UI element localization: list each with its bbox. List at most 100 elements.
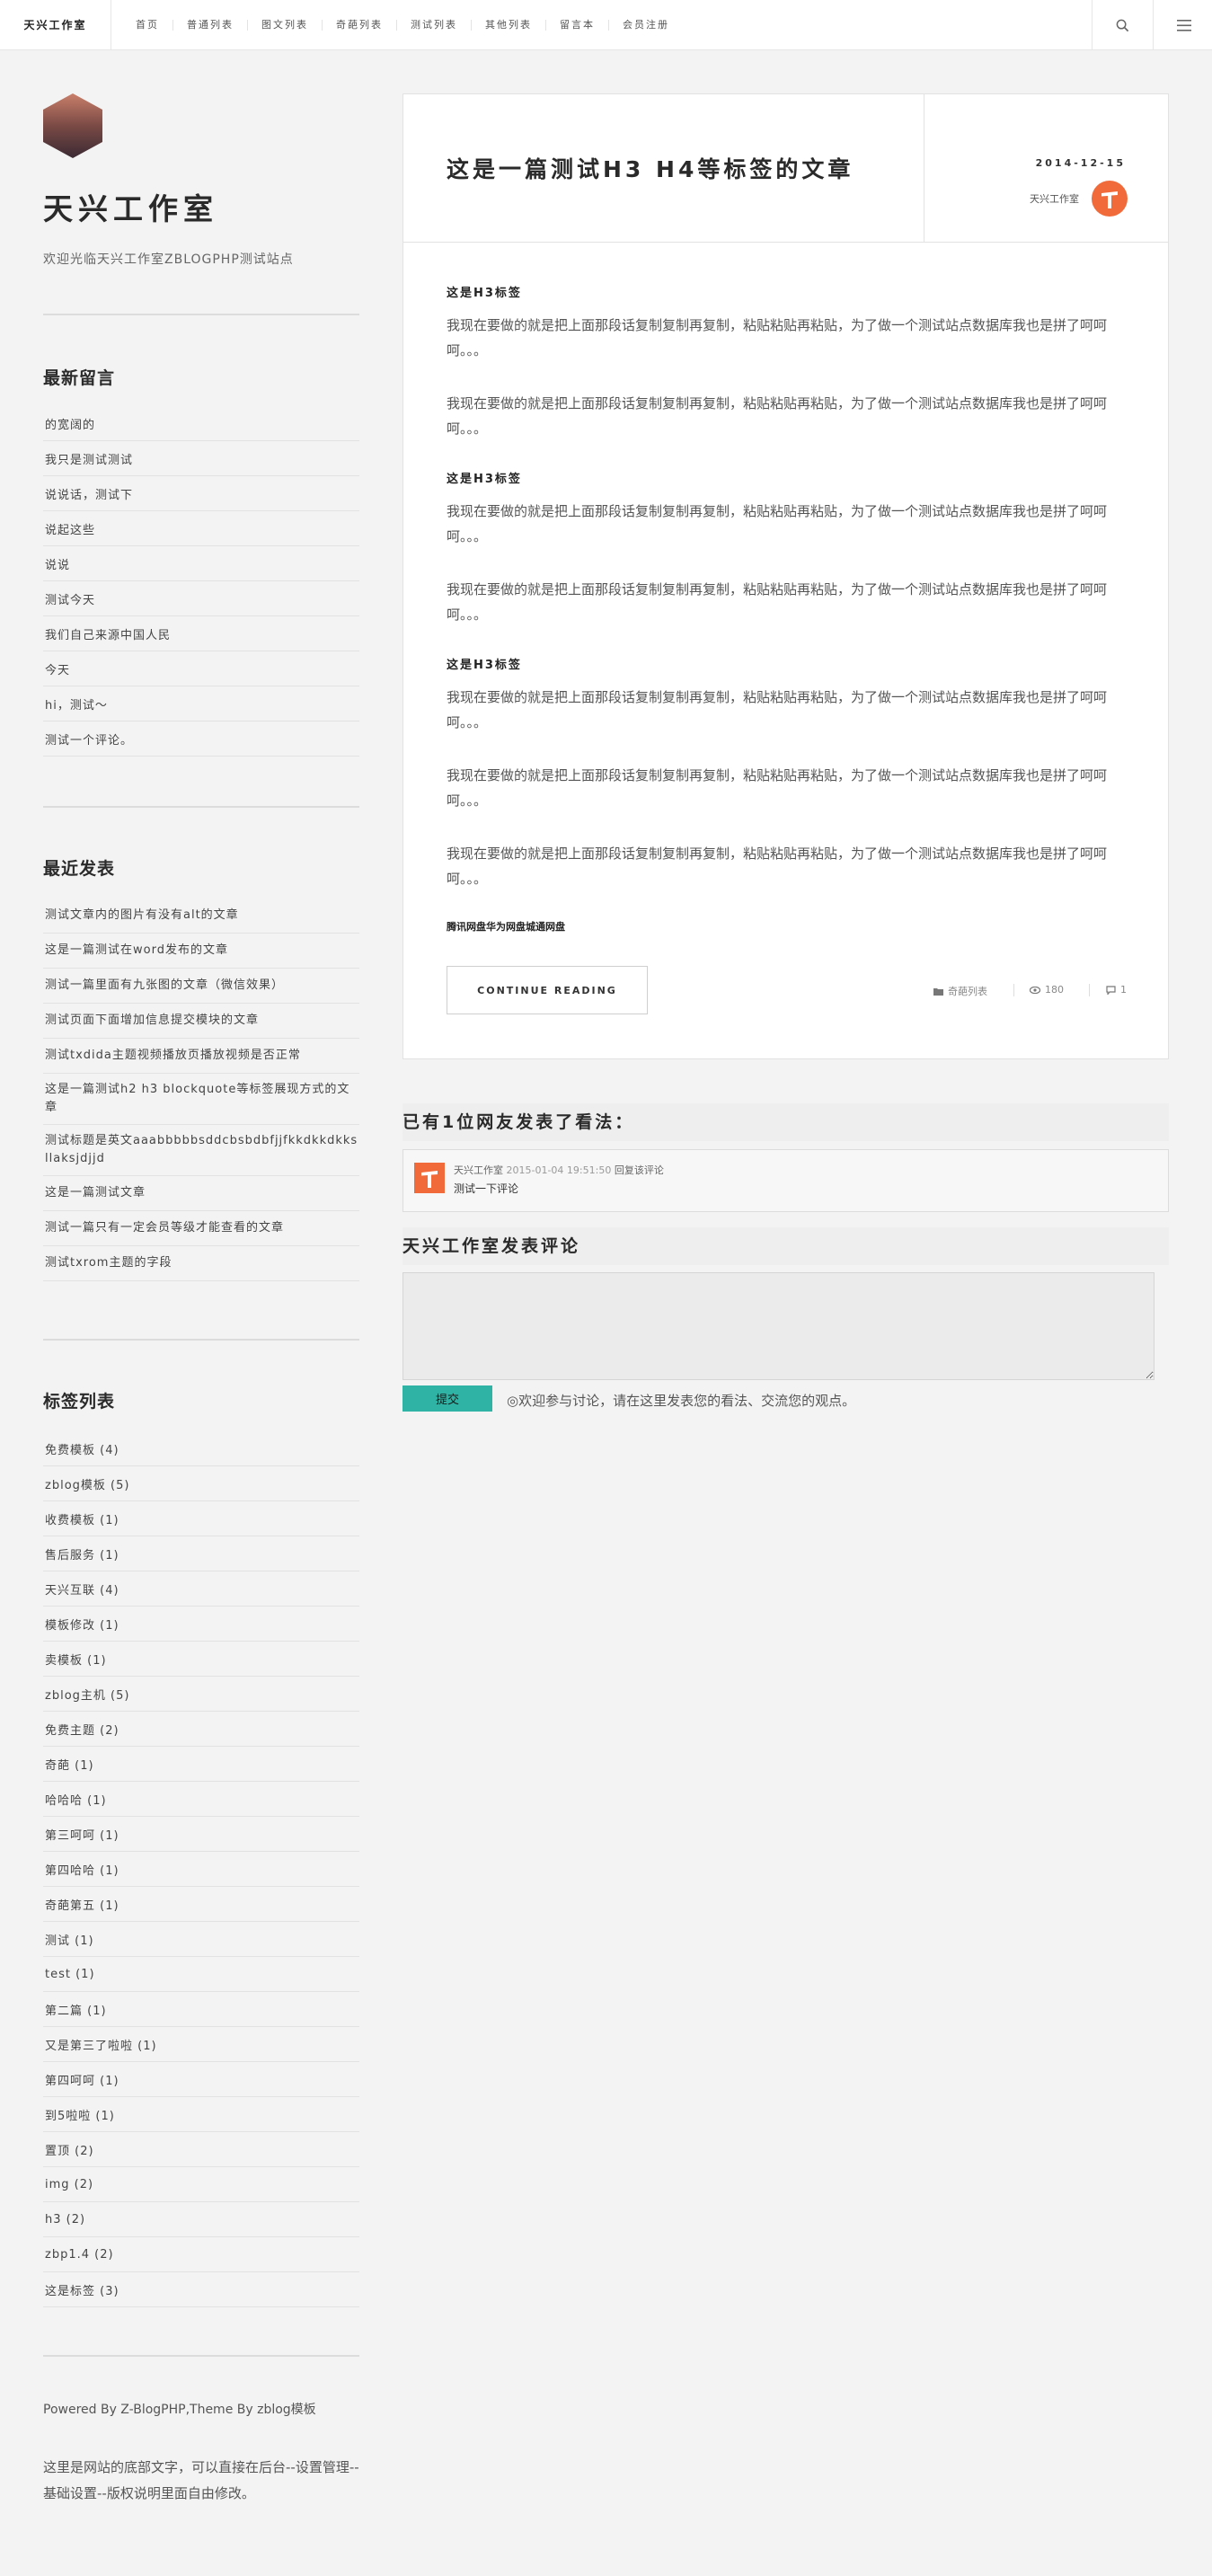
comment-item: 天兴工作室 2015-01-04 19:51:50 回复该评论 测试一下评论	[403, 1149, 1169, 1212]
tag-item[interactable]: 卖模板 (1)	[43, 1642, 359, 1677]
site-title[interactable]: 天兴工作室	[43, 185, 218, 228]
footer-powered-by[interactable]: Powered By Z-BlogPHP,Theme By zblog模板	[43, 2400, 367, 2418]
comments-heading: 已有1位网友发表了看法：	[403, 1103, 1169, 1141]
list-item[interactable]: 测试文章内的图片有没有alt的文章	[43, 899, 359, 934]
tag-item[interactable]: zblog主机 (5)	[43, 1677, 359, 1712]
submit-button[interactable]: 提交	[403, 1385, 492, 1412]
tag-item[interactable]: 置顶 (2)	[43, 2132, 359, 2167]
list-item[interactable]: hi，测试～	[43, 686, 359, 721]
tag-item[interactable]: 收费模板 (1)	[43, 1501, 359, 1536]
list-item[interactable]: 测试一篇里面有九张图的文章（微信效果）	[43, 969, 359, 1004]
tag-item[interactable]: zblog模板 (5)	[43, 1466, 359, 1501]
list-item[interactable]: 测试txrom主题的字段	[43, 1246, 359, 1281]
avatar-letter-icon	[1101, 191, 1118, 208]
list-item[interactable]: 测试一个评论。	[43, 721, 359, 757]
list-item[interactable]: 测试页面下面增加信息提交模块的文章	[43, 1004, 359, 1039]
list-item[interactable]: 说说	[43, 546, 359, 581]
comment-icon	[1106, 985, 1116, 995]
list-item[interactable]: 这是一篇测试h2 h3 blockquote等标签展现方式的文章	[43, 1074, 359, 1125]
tag-item[interactable]: 模板修改 (1)	[43, 1607, 359, 1642]
list-item[interactable]: 说说话，测试下	[43, 476, 359, 511]
tag-item[interactable]: 到5啦啦 (1)	[43, 2097, 359, 2132]
tag-item[interactable]: 奇葩第五 (1)	[43, 1887, 359, 1922]
continue-reading-button[interactable]: CONTINUE READING	[447, 966, 648, 1014]
eye-icon	[1030, 986, 1040, 994]
article-paragraph: 我现在要做的就是把上面那段话复制复制再复制，粘贴粘贴再粘贴，为了做一个测试站点数…	[447, 767, 1108, 809]
tag-item[interactable]: 第四呵呵 (1)	[43, 2062, 359, 2097]
sidebar-divider	[43, 806, 359, 808]
article-comments-count[interactable]: 1	[1106, 984, 1127, 996]
nav-item-home[interactable]: 首页	[122, 20, 173, 31]
tag-item[interactable]: test (1)	[43, 1957, 359, 1992]
meta-separator	[1013, 984, 1014, 996]
recent-posts-list: 测试文章内的图片有没有alt的文章 这是一篇测试在word发布的文章 测试一篇里…	[43, 899, 359, 1281]
list-item[interactable]: 说起这些	[43, 511, 359, 546]
nav-item-test-list[interactable]: 测试列表	[396, 20, 471, 31]
folder-icon	[933, 987, 943, 996]
nav-item-normal-list[interactable]: 普通列表	[173, 20, 247, 31]
tag-item[interactable]: 奇葩 (1)	[43, 1747, 359, 1782]
search-button[interactable]	[1092, 0, 1153, 50]
tag-item[interactable]: 免费模板 (4)	[43, 1431, 359, 1466]
tag-item[interactable]: 哈哈哈 (1)	[43, 1782, 359, 1817]
tag-item[interactable]: 测试 (1)	[43, 1922, 359, 1957]
list-item[interactable]: 测试txdida主题视频播放页播放视频是否正常	[43, 1039, 359, 1074]
article-card: 这是一篇测试H3 H4等标签的文章 2014-12-15 天兴工作室 这是H3标…	[403, 93, 1169, 1059]
tag-item[interactable]: 第二篇 (1)	[43, 1992, 359, 2027]
tag-item[interactable]: 这是标签 (3)	[43, 2272, 359, 2307]
views-count: 180	[1045, 984, 1064, 996]
category-label: 奇葩列表	[948, 986, 987, 997]
article-h3: 这是H3标签	[447, 659, 522, 672]
author-avatar[interactable]	[1092, 181, 1128, 217]
comment-text: 测试一下评论	[454, 1182, 519, 1195]
list-item[interactable]: 今天	[43, 651, 359, 686]
site-logo-hexagon[interactable]	[43, 93, 102, 158]
list-item[interactable]: 测试标题是英文aaabbbbbsddcbsbdbfjjfkkdkkdkkslla…	[43, 1125, 359, 1176]
tag-item[interactable]: h3 (2)	[43, 2202, 359, 2237]
nav-item-other-list[interactable]: 其他列表	[471, 20, 545, 31]
tag-item[interactable]: 天兴互联 (4)	[43, 1571, 359, 1607]
comment-textarea[interactable]	[403, 1272, 1154, 1380]
tag-item[interactable]: 又是第三了啦啦 (1)	[43, 2027, 359, 2062]
list-item[interactable]: 测试一篇只有一定会员等级才能查看的文章	[43, 1211, 359, 1246]
article-title[interactable]: 这是一篇测试H3 H4等标签的文章	[447, 152, 905, 184]
article-paragraph: 我现在要做的就是把上面那段话复制复制再复制，粘贴粘贴再粘贴，为了做一个测试站点数…	[447, 503, 1108, 544]
tag-item[interactable]: 第三呵呵 (1)	[43, 1817, 359, 1852]
comment-author[interactable]: 天兴工作室	[454, 1164, 503, 1176]
sidebar-divider	[43, 1339, 359, 1341]
tag-item[interactable]: img (2)	[43, 2167, 359, 2202]
nav-item-guestbook[interactable]: 留言本	[545, 20, 608, 31]
tag-item[interactable]: zbp1.4 (2)	[43, 2237, 359, 2272]
nav-item-odd-list[interactable]: 奇葩列表	[322, 20, 396, 31]
list-item[interactable]: 这是一篇测试在word发布的文章	[43, 934, 359, 969]
article-category[interactable]: 奇葩列表	[933, 984, 987, 998]
tag-item[interactable]: 第四哈哈 (1)	[43, 1852, 359, 1887]
list-item[interactable]: 这是一篇测试文章	[43, 1176, 359, 1211]
avatar-letter-icon	[421, 1171, 438, 1188]
nav-item-image-list[interactable]: 图文列表	[247, 20, 322, 31]
brand-logo-text[interactable]: 天兴工作室	[0, 0, 111, 50]
list-item[interactable]: 我们自己来源中国人民	[43, 616, 359, 651]
list-item[interactable]: 测试今天	[43, 581, 359, 616]
list-item[interactable]: 的宽阔的	[43, 406, 359, 441]
article-h4: 腾讯网盘华为网盘城通网盘	[447, 921, 565, 933]
hamburger-icon	[1176, 19, 1191, 31]
comment-form-hint: ◎欢迎参与讨论，请在这里发表您的看法、交流您的观点。	[507, 1393, 856, 1409]
nav-item-register[interactable]: 会员注册	[608, 20, 683, 31]
tag-item[interactable]: 免费主题 (2)	[43, 1712, 359, 1747]
comment-form-heading: 天兴工作室发表评论	[403, 1227, 1169, 1265]
article-body: 这是H3标签 我现在要做的就是把上面那段话复制复制再复制，粘贴粘贴再粘贴，为了做…	[447, 283, 1129, 934]
list-item[interactable]: 我只是测试测试	[43, 441, 359, 476]
article-paragraph: 我现在要做的就是把上面那段话复制复制再复制，粘贴粘贴再粘贴，为了做一个测试站点数…	[447, 689, 1108, 730]
article-paragraph: 我现在要做的就是把上面那段话复制复制再复制，粘贴粘贴再粘贴，为了做一个测试站点数…	[447, 845, 1108, 887]
article-h3: 这是H3标签	[447, 287, 522, 300]
footer-note: 这里是网站的底部文字，可以直接在后台--设置管理--基础设置--版权说明里面自由…	[43, 2459, 359, 2501]
tag-item[interactable]: 售后服务 (1)	[43, 1536, 359, 1571]
article-author[interactable]: 天兴工作室	[924, 191, 1079, 206]
reply-link[interactable]: 回复该评论	[615, 1164, 664, 1176]
meta-separator	[1089, 984, 1090, 996]
article-views: 180	[1030, 984, 1064, 996]
comment-avatar[interactable]	[414, 1163, 445, 1193]
comments-count: 1	[1120, 984, 1127, 996]
menu-button[interactable]	[1153, 0, 1212, 50]
